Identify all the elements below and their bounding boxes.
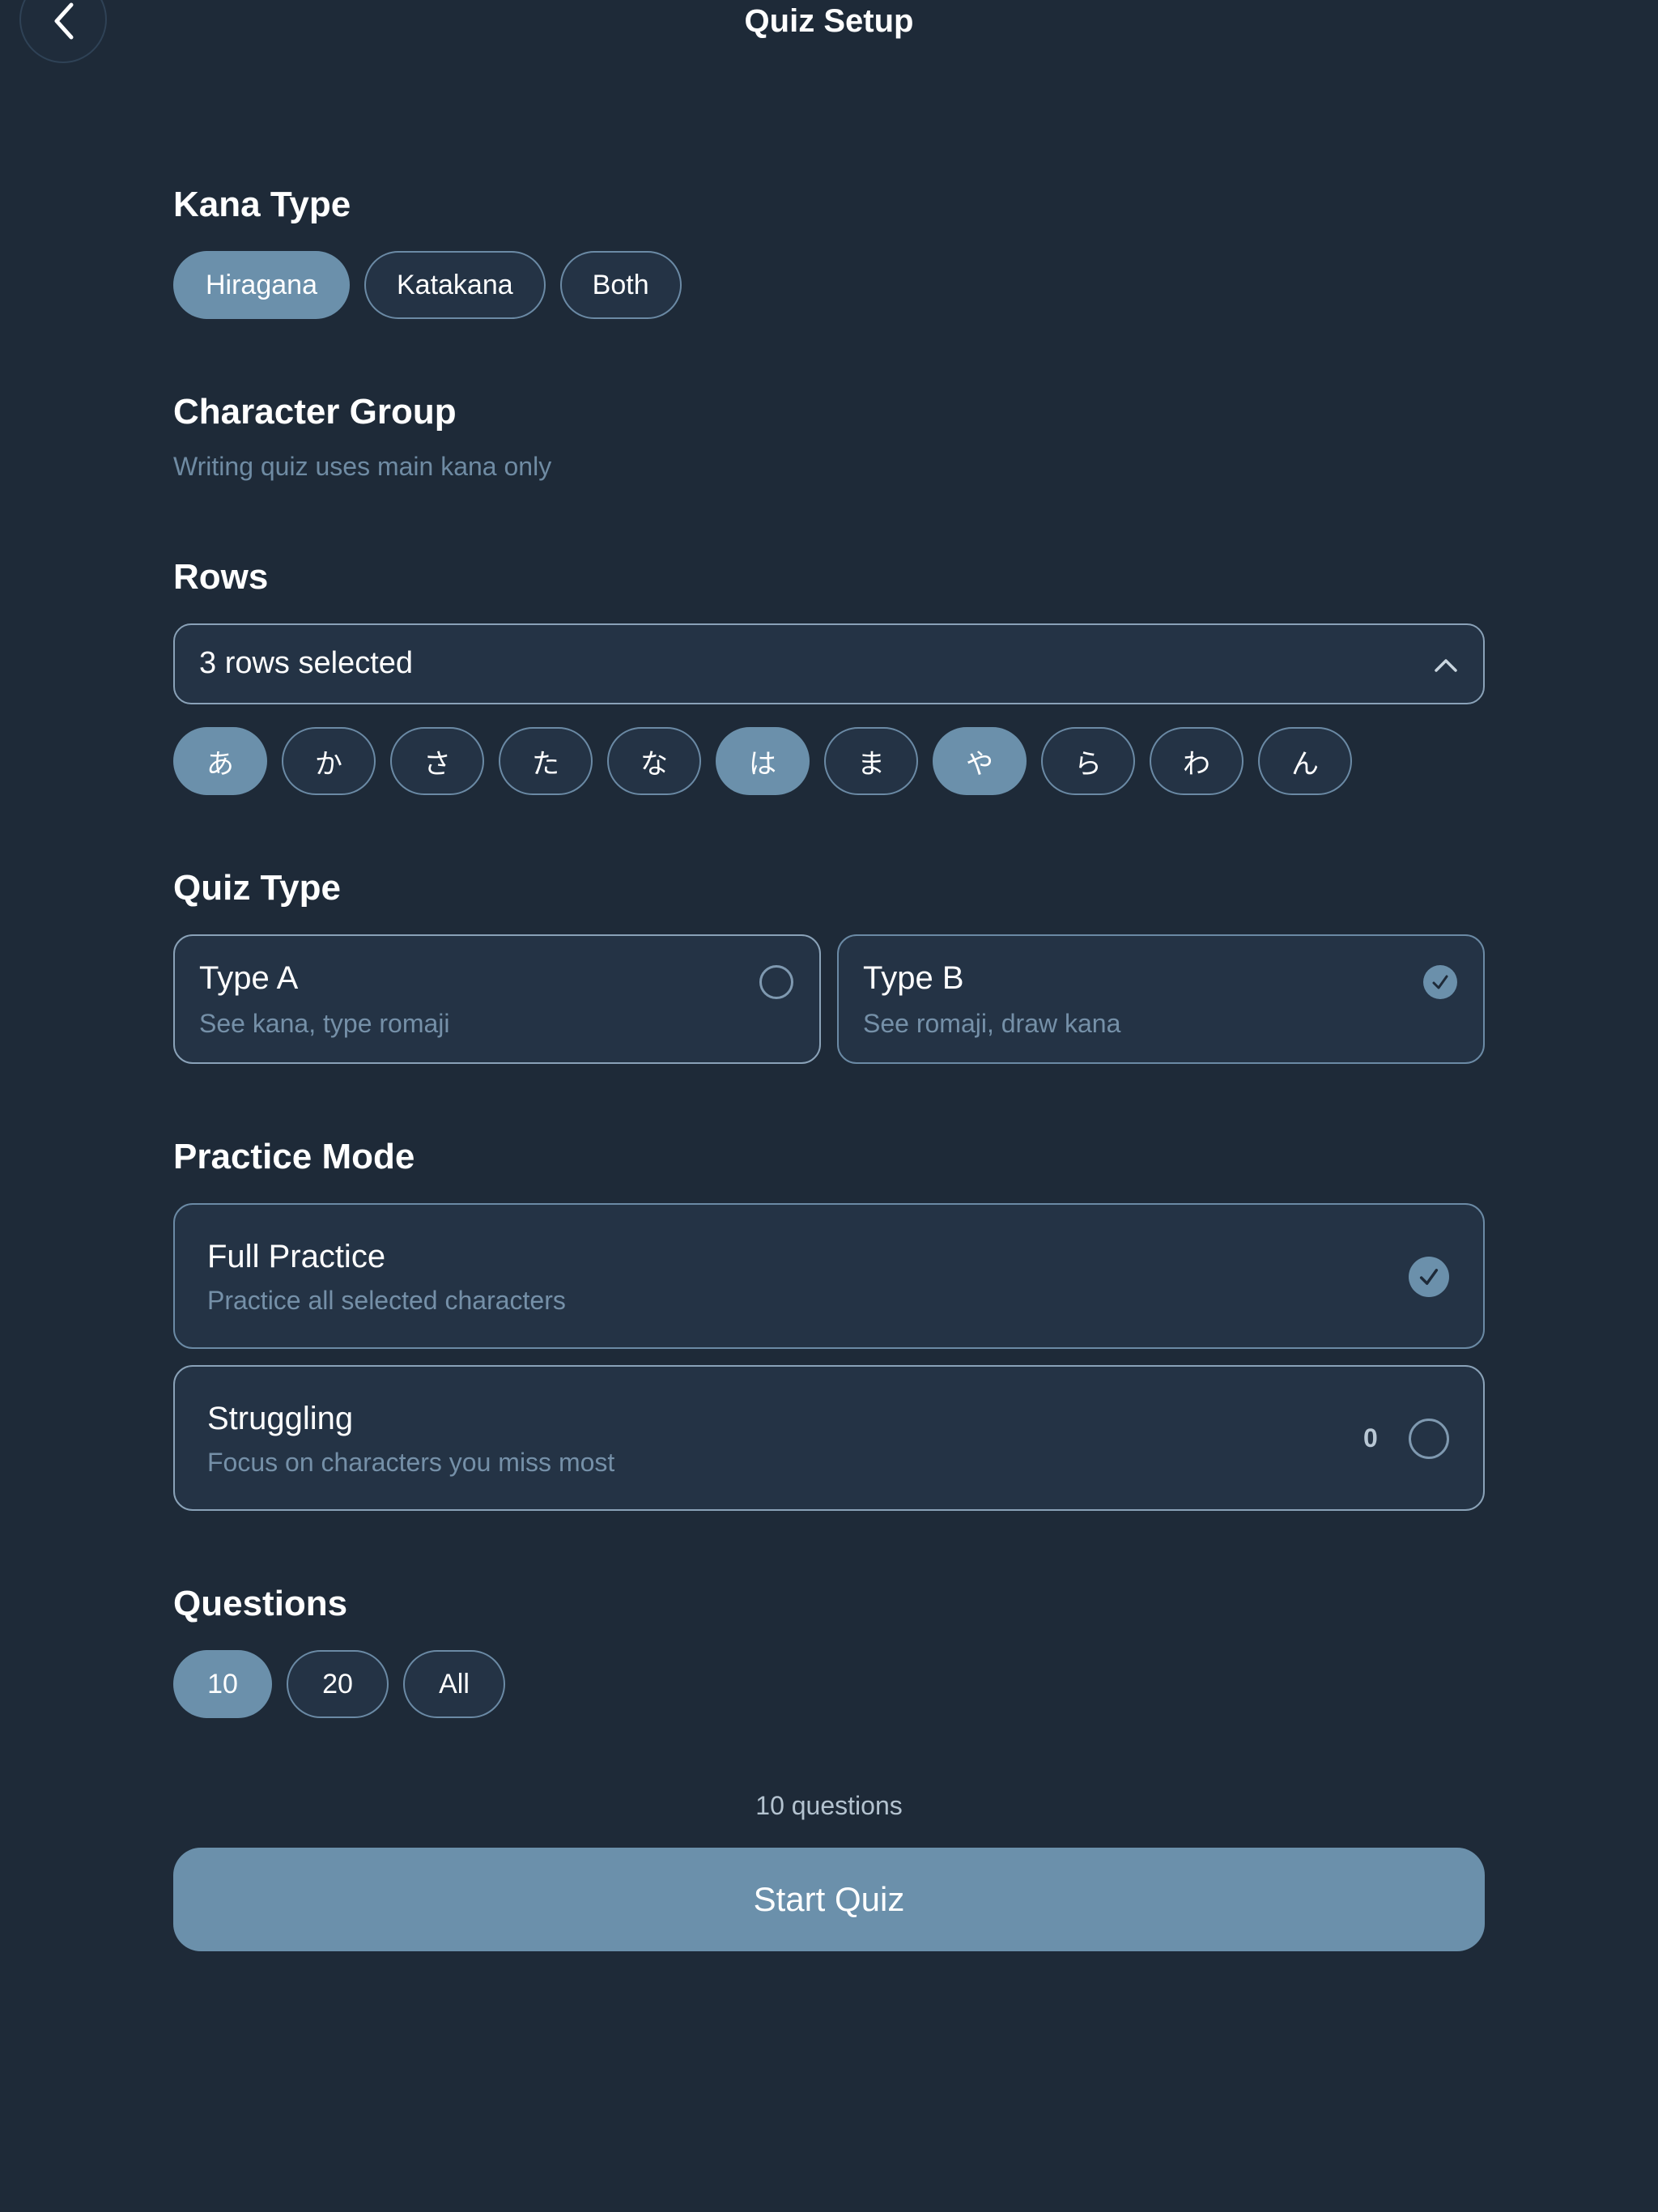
quiz-type-b-radio[interactable] <box>1423 965 1457 999</box>
rows-dropdown-value: 3 rows selected <box>199 646 414 680</box>
kana-row-ka-chip[interactable]: か <box>282 727 376 795</box>
header: Quiz Setup <box>0 0 1658 65</box>
practice-mode-full-title: Full Practice <box>207 1239 386 1274</box>
quiz-type-b-card[interactable]: Type B See romaji, draw kana <box>837 934 1485 1064</box>
checkmark-icon <box>1432 975 1448 989</box>
kana-type-options: Hiragana Katakana Both <box>173 251 682 319</box>
rows-dropdown[interactable]: 3 rows selected <box>173 623 1485 704</box>
kana-row-chips: あ か さ た な は ま や ら わ ん <box>173 727 1352 795</box>
practice-mode-full-radio[interactable] <box>1409 1257 1449 1297</box>
questions-all-chip[interactable]: All <box>403 1650 505 1718</box>
kana-row-ha-chip[interactable]: は <box>716 727 810 795</box>
character-group-title: Character Group <box>173 392 457 432</box>
quiz-type-a-card[interactable]: Type A See kana, type romaji <box>173 934 821 1064</box>
questions-title: Questions <box>173 1584 348 1623</box>
quiz-type-a-title: Type A <box>199 960 299 996</box>
question-count-options: 10 20 All <box>173 1650 505 1718</box>
questions-10-chip[interactable]: 10 <box>173 1650 272 1718</box>
quiz-type-b-title: Type B <box>863 960 964 996</box>
practice-mode-full-desc: Practice all selected characters <box>207 1286 566 1315</box>
kana-type-title: Kana Type <box>173 185 351 224</box>
kana-type-both-chip[interactable]: Both <box>559 251 682 319</box>
character-group-subtitle: Writing quiz uses main kana only <box>173 452 552 481</box>
kana-row-n-chip[interactable]: ん <box>1258 727 1352 795</box>
checkmark-icon <box>1419 1269 1439 1285</box>
kana-type-katakana-chip[interactable]: Katakana <box>363 251 546 319</box>
question-summary: 10 questions <box>755 1791 903 1820</box>
practice-mode-struggling-desc: Focus on characters you miss most <box>207 1448 615 1477</box>
quiz-type-a-radio[interactable] <box>759 965 793 999</box>
page-title: Quiz Setup <box>744 3 914 39</box>
chevron-up-icon <box>1435 659 1457 672</box>
quiz-type-title: Quiz Type <box>173 868 341 908</box>
kana-row-na-chip[interactable]: な <box>607 727 701 795</box>
kana-row-sa-chip[interactable]: さ <box>390 727 484 795</box>
kana-type-hiragana-chip[interactable]: Hiragana <box>173 251 350 319</box>
practice-mode-struggling-card[interactable]: Struggling Focus on characters you miss … <box>173 1365 1485 1511</box>
practice-mode-struggling-radio[interactable] <box>1409 1419 1449 1459</box>
struggling-count-badge: 0 <box>1363 1423 1378 1453</box>
practice-mode-title: Practice Mode <box>173 1137 415 1176</box>
kana-row-ra-chip[interactable]: ら <box>1041 727 1135 795</box>
kana-row-ma-chip[interactable]: ま <box>824 727 918 795</box>
quiz-type-b-desc: See romaji, draw kana <box>863 1009 1121 1038</box>
kana-row-wa-chip[interactable]: わ <box>1150 727 1244 795</box>
start-quiz-button[interactable]: Start Quiz <box>173 1848 1485 1951</box>
kana-row-a-chip[interactable]: あ <box>173 727 267 795</box>
kana-row-ta-chip[interactable]: た <box>499 727 593 795</box>
quiz-type-a-desc: See kana, type romaji <box>199 1009 450 1038</box>
rows-title: Rows <box>173 557 269 597</box>
practice-mode-full-card[interactable]: Full Practice Practice all selected char… <box>173 1203 1485 1349</box>
questions-20-chip[interactable]: 20 <box>287 1650 389 1718</box>
kana-row-ya-chip[interactable]: や <box>933 727 1027 795</box>
practice-mode-struggling-title: Struggling <box>207 1401 354 1436</box>
